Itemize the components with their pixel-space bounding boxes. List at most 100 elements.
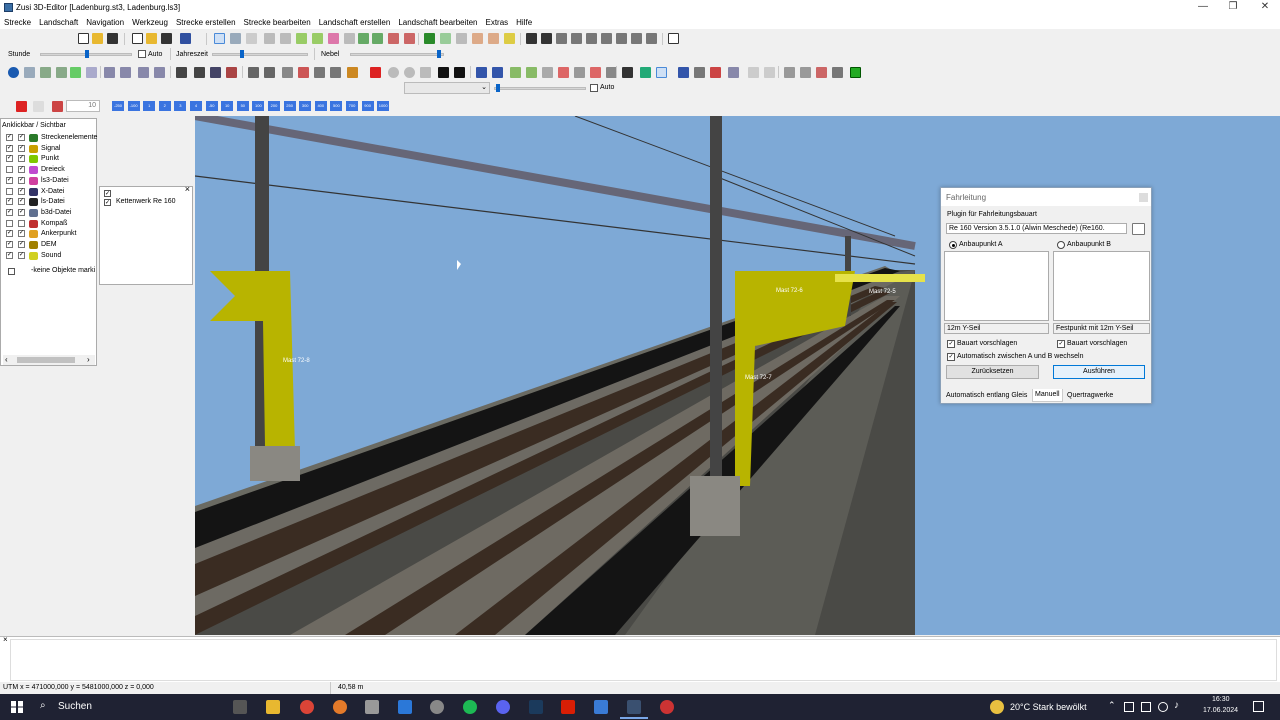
tool-t-icon[interactable] bbox=[347, 67, 358, 78]
plugin-info-icon[interactable] bbox=[1132, 223, 1145, 235]
flag-green-icon[interactable] bbox=[424, 33, 435, 44]
layer-visible-checkbox[interactable]: ✓ bbox=[18, 241, 25, 248]
zoom-step-button[interactable]: 1000 bbox=[377, 101, 390, 111]
tool-ac-icon[interactable] bbox=[510, 67, 521, 78]
tool-ab-icon[interactable] bbox=[492, 67, 503, 78]
minimize-button[interactable]: — bbox=[1188, 0, 1218, 16]
taskbar-app-5-icon[interactable] bbox=[398, 700, 412, 714]
tool-d-icon[interactable] bbox=[70, 67, 81, 78]
zoom-step-button[interactable]: 3 bbox=[174, 101, 187, 111]
taskbar-search[interactable]: Suchen bbox=[58, 701, 92, 712]
tool-m-icon[interactable] bbox=[226, 67, 237, 78]
auto-switch-checkbox[interactable]: ✓ bbox=[947, 353, 955, 361]
settings-icon[interactable] bbox=[430, 700, 444, 714]
signal-tool-4-icon[interactable] bbox=[488, 33, 499, 44]
layer-clickable-checkbox[interactable]: ✓ bbox=[6, 134, 13, 141]
signal-tool-2-icon[interactable] bbox=[456, 33, 467, 44]
new-file-icon[interactable] bbox=[78, 33, 89, 44]
tool-aq-icon[interactable] bbox=[748, 67, 759, 78]
catenary-tool-3-icon[interactable] bbox=[556, 33, 567, 44]
zoom-step-button[interactable]: 250 bbox=[283, 101, 296, 111]
network-icon[interactable] bbox=[1158, 702, 1168, 712]
layer-visible-checkbox[interactable]: ✓ bbox=[18, 176, 25, 184]
measure-icon[interactable] bbox=[246, 33, 257, 44]
tool-af-icon[interactable] bbox=[558, 67, 569, 78]
view-slider[interactable] bbox=[494, 84, 586, 92]
menu-strecke-erstellen[interactable]: Strecke erstellen bbox=[172, 16, 240, 29]
zoom-step-button[interactable]: 10 bbox=[221, 101, 234, 111]
tool-e-icon[interactable] bbox=[86, 67, 97, 78]
tool-r-icon[interactable] bbox=[314, 67, 325, 78]
open-file-icon[interactable] bbox=[92, 33, 103, 44]
anbaupunkt-a-radio[interactable] bbox=[949, 241, 957, 249]
tool-v-icon[interactable] bbox=[388, 67, 399, 78]
layer-clickable-checkbox[interactable]: ✓ bbox=[6, 208, 13, 216]
signal-tool-5-icon[interactable] bbox=[504, 33, 515, 44]
scroll-left-icon[interactable]: ‹ bbox=[5, 355, 8, 364]
no-objects-checkbox[interactable] bbox=[8, 268, 15, 275]
tab-manuell[interactable]: Manuell bbox=[1032, 389, 1063, 402]
zoom-step-button[interactable]: 500 bbox=[330, 101, 343, 111]
menu-werkzeug[interactable]: Werkzeug bbox=[128, 16, 172, 29]
tool-u-icon[interactable] bbox=[370, 67, 381, 78]
track-tool-1-icon[interactable] bbox=[264, 33, 275, 44]
tool-g-icon[interactable] bbox=[120, 67, 131, 78]
layer-visible-checkbox[interactable]: ✓ bbox=[18, 144, 25, 152]
chrome-icon[interactable] bbox=[300, 700, 314, 714]
menu-hilfe[interactable]: Hilfe bbox=[512, 16, 536, 29]
catenary-tool-8-icon[interactable] bbox=[631, 33, 642, 44]
tool-h-icon[interactable] bbox=[138, 67, 149, 78]
tool-ag-icon[interactable] bbox=[574, 67, 585, 78]
help-dropdown-icon[interactable] bbox=[33, 101, 44, 112]
scroll-right-icon[interactable]: › bbox=[87, 355, 90, 364]
zoom-icon[interactable] bbox=[230, 33, 241, 44]
search-icon[interactable]: ⌕ bbox=[40, 700, 46, 711]
export-icon[interactable] bbox=[180, 33, 191, 44]
track-tool-4-icon[interactable] bbox=[312, 33, 323, 44]
auto-hour-checkbox[interactable] bbox=[138, 50, 146, 58]
taskbar-app-3-icon[interactable] bbox=[333, 700, 347, 714]
layer-clickable-checkbox[interactable]: ✓ bbox=[6, 251, 13, 259]
track-tool-10-icon[interactable] bbox=[404, 33, 415, 44]
bauart-a-checkbox[interactable]: ✓ bbox=[947, 340, 955, 348]
tool-ah-icon[interactable] bbox=[590, 67, 601, 78]
menu-landschaft[interactable]: Landschaft bbox=[35, 16, 82, 29]
new-landscape-icon[interactable] bbox=[132, 33, 143, 44]
tool-z-icon[interactable] bbox=[454, 67, 465, 78]
layer-visible-checkbox[interactable]: ✓ bbox=[18, 187, 25, 195]
tool-ap-icon[interactable] bbox=[728, 67, 739, 78]
layer-clickable-checkbox[interactable]: ✓ bbox=[6, 198, 13, 206]
menu-navigation[interactable]: Navigation bbox=[82, 16, 128, 29]
tool-b-icon[interactable] bbox=[40, 67, 51, 78]
layer-clickable-checkbox[interactable]: ✓ bbox=[6, 176, 13, 184]
tool-a-icon[interactable] bbox=[24, 67, 35, 78]
tool-ae-icon[interactable] bbox=[542, 67, 553, 78]
tool-l-icon[interactable] bbox=[210, 67, 221, 78]
tool-k-icon[interactable] bbox=[194, 67, 205, 78]
tool-i-icon[interactable] bbox=[154, 67, 165, 78]
zoom-step-button[interactable]: 50 bbox=[236, 101, 249, 111]
dialog-close-icon[interactable] bbox=[1139, 193, 1148, 202]
zoom-step-button[interactable]: 200 bbox=[268, 101, 280, 111]
close-button[interactable]: ✕ bbox=[1250, 0, 1280, 16]
layer-clickable-checkbox[interactable] bbox=[6, 219, 13, 227]
layer-visible-checkbox[interactable]: ✓ bbox=[18, 251, 25, 259]
tool-j-icon[interactable] bbox=[176, 67, 187, 78]
catenary-tool-5-icon[interactable] bbox=[586, 33, 597, 44]
tool-al-icon[interactable] bbox=[656, 67, 667, 78]
weather-icon[interactable] bbox=[990, 700, 1004, 714]
tool-av-icon[interactable] bbox=[832, 67, 843, 78]
track-tool-6-icon[interactable] bbox=[344, 33, 355, 44]
flag-icon[interactable] bbox=[16, 101, 27, 112]
notifications-icon[interactable] bbox=[1253, 701, 1264, 712]
taskbar-app-4-icon[interactable] bbox=[365, 700, 379, 714]
signal-tool-3-icon[interactable] bbox=[472, 33, 483, 44]
tool-at-icon[interactable] bbox=[800, 67, 811, 78]
view-dropdown[interactable]: ⌄ bbox=[404, 82, 490, 94]
weather-text[interactable]: 20°C Stark bewölkt bbox=[1010, 702, 1087, 712]
jahreszeit-slider[interactable] bbox=[212, 50, 308, 58]
menu-strecke[interactable]: Strecke bbox=[0, 16, 35, 29]
catenary-tool-6-icon[interactable] bbox=[601, 33, 612, 44]
tool-s-icon[interactable] bbox=[330, 67, 341, 78]
step-input[interactable]: 10 bbox=[66, 100, 100, 112]
